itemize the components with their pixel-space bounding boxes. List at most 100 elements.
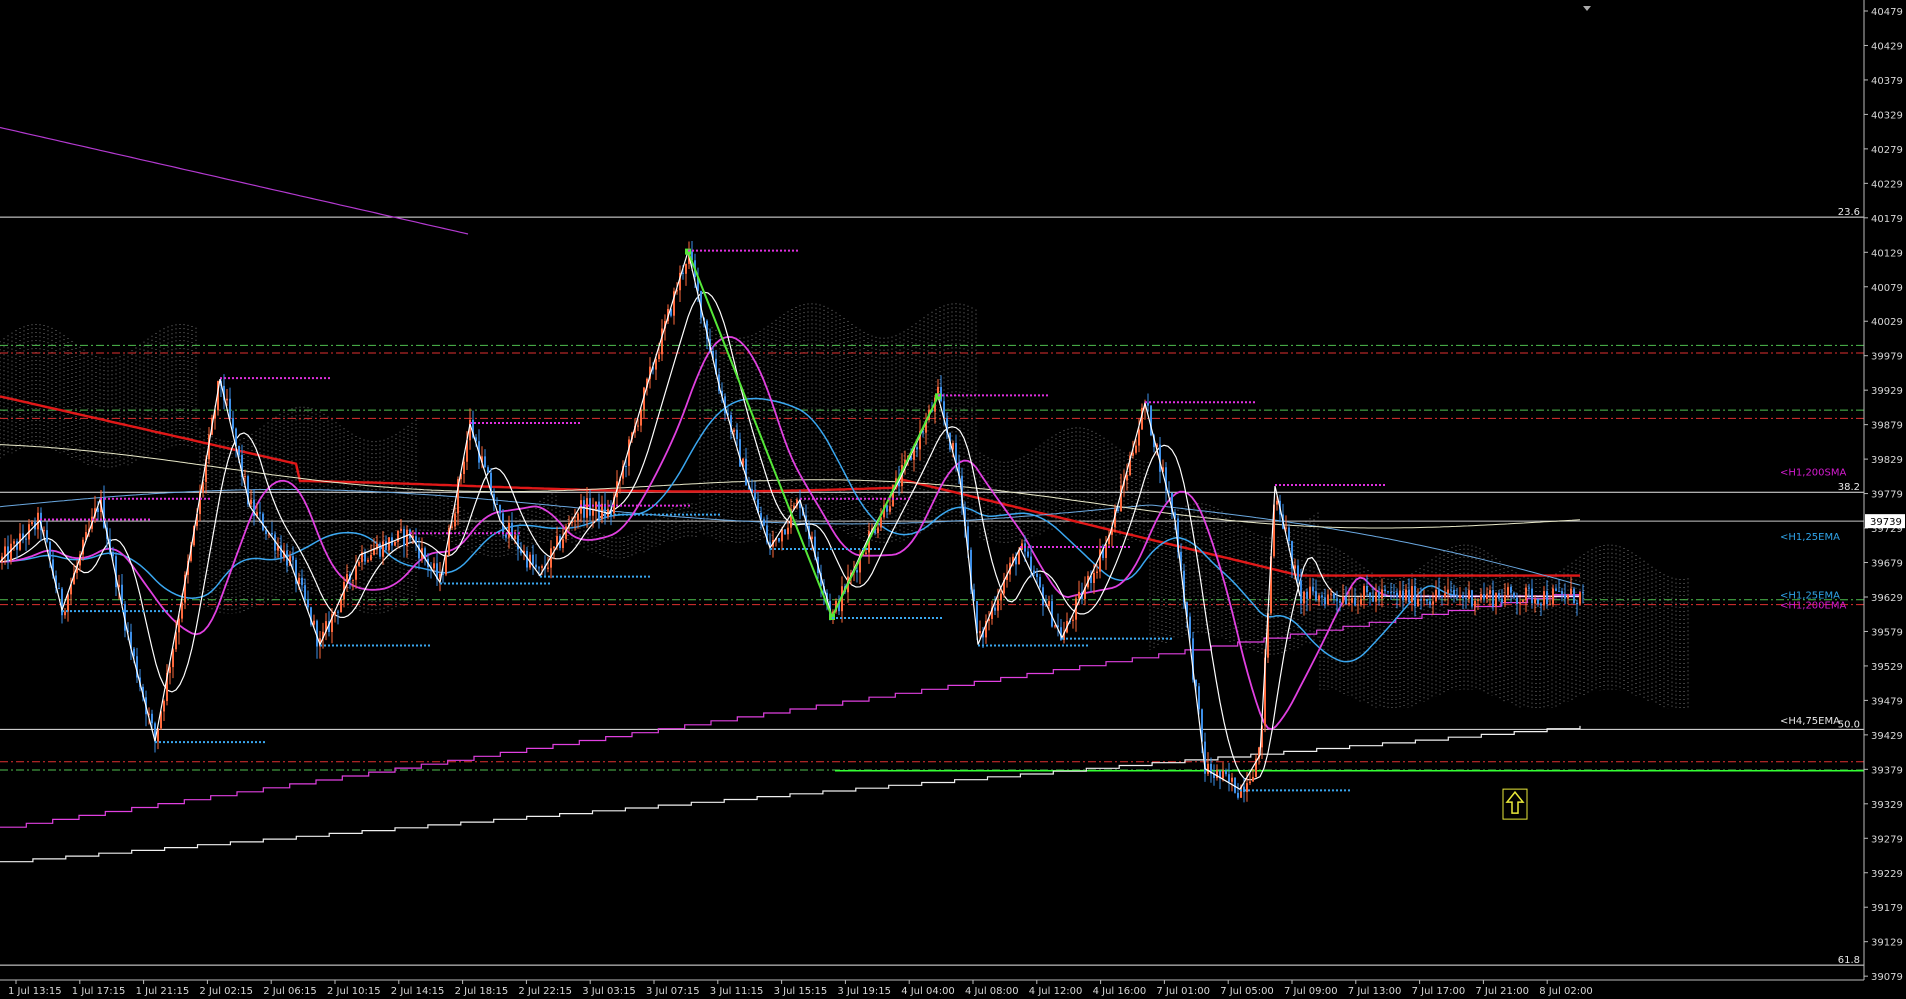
candle-body: [400, 528, 402, 531]
candle-body: [25, 538, 27, 540]
candle-body: [1441, 596, 1443, 598]
price-tick-label: 39829: [1871, 455, 1903, 466]
time-tick-label: 7 Jul 09:00: [1284, 986, 1338, 997]
candle-body: [313, 620, 315, 625]
candle-body: [1297, 565, 1299, 581]
candle-body: [442, 573, 444, 575]
time-tick-label: 3 Jul 15:15: [774, 986, 828, 997]
candle-body: [997, 600, 999, 611]
candle-body: [229, 398, 231, 419]
candle-body: [1405, 589, 1407, 601]
candle-body: [1543, 591, 1545, 606]
time-tick-label: 7 Jul 01:00: [1156, 986, 1210, 997]
candle-body: [1423, 599, 1425, 601]
candle-body: [1375, 592, 1377, 602]
candle-body: [1126, 475, 1128, 481]
candle-body: [1288, 527, 1290, 542]
time-tick-label: 2 Jul 06:15: [263, 986, 317, 997]
candle-body: [232, 418, 234, 429]
candle-body: [583, 500, 585, 518]
candle-body: [877, 527, 879, 534]
candle-body: [1348, 602, 1350, 605]
candle-body: [259, 512, 261, 514]
candle-body: [1492, 590, 1494, 607]
candle-body: [1495, 593, 1497, 607]
candle-body: [856, 570, 858, 573]
candle-body: [271, 532, 273, 535]
candle-body: [1420, 599, 1422, 601]
candle-body: [463, 461, 465, 475]
candle-body: [499, 504, 501, 514]
time-tick-label: 3 Jul 07:15: [646, 986, 700, 997]
time-tick-label: 3 Jul 03:15: [582, 986, 636, 997]
price-tick-label: 39629: [1871, 593, 1903, 604]
candle-body: [592, 510, 594, 516]
candle-body: [58, 588, 60, 590]
candle-body: [1360, 598, 1362, 605]
candle-body: [340, 599, 342, 613]
price-tick-label: 39429: [1871, 731, 1903, 742]
current-price-label: 39739: [1870, 517, 1902, 528]
candle-body: [1117, 509, 1119, 512]
candle-body: [1555, 588, 1557, 591]
candle-body: [1465, 598, 1467, 600]
candle-body: [1564, 594, 1566, 599]
candle-body: [382, 541, 384, 557]
candle-body: [784, 529, 786, 535]
candle-body: [1408, 589, 1410, 603]
candle-body: [67, 594, 69, 612]
candle-body: [1222, 770, 1224, 779]
candle-body: [1030, 556, 1032, 571]
candle-body: [484, 456, 486, 468]
candle-body: [1378, 592, 1380, 599]
candle-body: [763, 519, 765, 526]
candle-body: [1438, 589, 1440, 597]
candle-body: [1528, 587, 1530, 589]
price-tick-label: 39229: [1871, 869, 1903, 880]
candle-body: [1078, 591, 1080, 599]
price-tick-label: 39579: [1871, 627, 1903, 638]
time-tick-label: 1 Jul 17:15: [72, 986, 126, 997]
indicator-label: <H4,75EMA: [1780, 716, 1840, 727]
candle-body: [577, 513, 579, 521]
candle-body: [538, 567, 540, 569]
price-tick-label: 39479: [1871, 696, 1903, 707]
candle-body: [1393, 592, 1395, 594]
indicator-label: <H1,200SMA: [1780, 468, 1847, 479]
candle-body: [1312, 586, 1314, 592]
candle-body: [745, 458, 747, 486]
candle-body: [880, 517, 882, 528]
time-tick-label: 2 Jul 22:15: [518, 986, 572, 997]
price-tick-label: 39129: [1871, 938, 1903, 949]
candle-body: [1306, 591, 1308, 599]
candle-body: [1342, 596, 1344, 603]
candle-body: [733, 429, 735, 433]
candle-body: [1294, 565, 1296, 569]
candle-body: [1333, 593, 1335, 599]
candle-body: [811, 536, 813, 539]
time-axis: 1 Jul 13:15 1 Jul 17:15 1 Jul 21:15 2 Jul 0…: [0, 979, 1864, 997]
candle-body: [337, 611, 339, 613]
time-tick-label: 4 Jul 04:00: [901, 986, 955, 997]
candle-body: [1099, 549, 1101, 572]
time-tick-label: 1 Jul 13:15: [8, 986, 62, 997]
candle-body: [1552, 588, 1554, 604]
price-chart[interactable]: 23.6 38.2 50.0 61.8 <H1,200SMA <H1,25EMA <H1,…: [0, 0, 1906, 999]
candle-body: [1330, 593, 1332, 595]
candle-body: [994, 607, 996, 611]
price-tick-label: 40229: [1871, 179, 1903, 190]
candle-body: [1417, 599, 1419, 607]
candle-body: [1147, 402, 1149, 406]
fib-label: 50.0: [1838, 719, 1860, 730]
candle-body: [385, 541, 387, 551]
candle-body: [739, 439, 741, 467]
candle-body: [1486, 593, 1488, 599]
candle-body: [637, 425, 639, 427]
candle-body: [598, 501, 600, 519]
candle-body: [406, 529, 408, 546]
candle-body: [655, 359, 657, 370]
candle-body: [532, 554, 534, 565]
candle-body: [1357, 604, 1359, 606]
candle-body: [1537, 598, 1539, 604]
candle-body: [1447, 589, 1449, 594]
